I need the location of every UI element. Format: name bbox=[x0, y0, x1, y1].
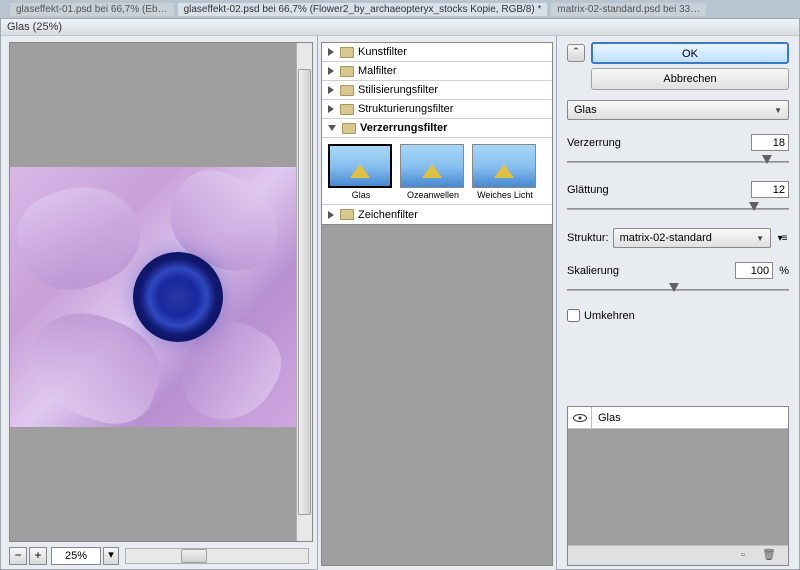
category-stilisierungsfilter[interactable]: Stilisierungsfilter bbox=[322, 81, 552, 100]
folder-icon bbox=[340, 209, 354, 220]
verzerrung-input[interactable] bbox=[751, 134, 789, 151]
zoom-value[interactable]: 25% bbox=[51, 547, 101, 565]
filter-gallery-dialog: Glas (25%) − + 25% ▾ Kunstfilter bbox=[0, 18, 800, 570]
glaettung-slider[interactable] bbox=[567, 202, 789, 214]
preview-vscroll[interactable] bbox=[296, 43, 312, 541]
filter-category-panel: Kunstfilter Malfilter Stilisierungsfilte… bbox=[317, 36, 557, 570]
folder-icon bbox=[340, 66, 354, 77]
folder-icon bbox=[340, 104, 354, 115]
umkehren-label: Umkehren bbox=[584, 310, 635, 322]
eye-icon bbox=[573, 414, 587, 422]
chevron-right-icon bbox=[328, 211, 334, 219]
skalierung-label: Skalierung bbox=[567, 265, 619, 277]
chevron-down-icon: ▼ bbox=[774, 106, 782, 115]
filter-settings-panel: ⌃ OK Abbrechen Glas ▼ Verzerrung bbox=[557, 36, 799, 570]
filter-glas[interactable]: Glas bbox=[328, 144, 394, 200]
folder-icon bbox=[340, 47, 354, 58]
zoom-dropdown[interactable]: ▾ bbox=[103, 547, 119, 565]
ok-button[interactable]: OK bbox=[591, 42, 789, 64]
effect-layer-row[interactable]: Glas bbox=[568, 407, 788, 429]
category-strukturierungsfilter[interactable]: Strukturierungsfilter bbox=[322, 100, 552, 119]
preview-hscroll[interactable] bbox=[125, 548, 309, 564]
delete-effect-layer-button[interactable]: 🗑 bbox=[762, 549, 776, 563]
category-zeichenfilter[interactable]: Zeichenfilter bbox=[322, 205, 552, 224]
filter-thumbnails: Glas Ozeanwellen Weiches Licht bbox=[322, 138, 552, 205]
document-tab-bar: glaseffekt-01.psd bei 66,7% (Eb… glaseff… bbox=[0, 0, 800, 18]
doc-tab-1[interactable]: glaseffekt-01.psd bei 66,7% (Eb… bbox=[10, 3, 174, 16]
filter-panel-filler bbox=[321, 225, 553, 566]
dialog-title-bar: Glas (25%) bbox=[1, 19, 799, 36]
zoom-in-button[interactable]: + bbox=[29, 547, 47, 565]
collapse-settings-button[interactable]: ⌃ bbox=[567, 44, 585, 62]
layer-name: Glas bbox=[592, 412, 621, 424]
preview-panel: − + 25% ▾ bbox=[1, 36, 317, 570]
struktur-menu-button[interactable]: ▾≡ bbox=[775, 233, 789, 244]
dialog-title: Glas (25%) bbox=[7, 21, 62, 33]
chevron-right-icon bbox=[328, 105, 334, 113]
umkehren-checkbox[interactable] bbox=[567, 309, 580, 322]
skalierung-control: Skalierung % bbox=[567, 262, 789, 295]
chevron-right-icon bbox=[328, 86, 334, 94]
skalierung-input[interactable] bbox=[735, 262, 773, 279]
category-verzerrungsfilter[interactable]: Verzerrungsfilter bbox=[322, 119, 552, 138]
verzerrung-slider[interactable] bbox=[567, 155, 789, 167]
cancel-button[interactable]: Abbrechen bbox=[591, 68, 789, 90]
category-kunstfilter[interactable]: Kunstfilter bbox=[322, 43, 552, 62]
effect-layers-panel: Glas ▫ 🗑 bbox=[567, 406, 789, 566]
zoom-toolbar: − + 25% ▾ bbox=[9, 546, 313, 566]
category-malfilter[interactable]: Malfilter bbox=[322, 62, 552, 81]
verzerrung-control: Verzerrung bbox=[567, 134, 789, 167]
new-effect-layer-button[interactable]: ▫ bbox=[736, 549, 750, 563]
layer-visibility-toggle[interactable] bbox=[568, 407, 592, 428]
chevron-right-icon bbox=[328, 48, 334, 56]
folder-icon bbox=[340, 85, 354, 96]
chevron-right-icon bbox=[328, 67, 334, 75]
glaettung-control: Glättung bbox=[567, 181, 789, 214]
filter-weiches-licht[interactable]: Weiches Licht bbox=[472, 144, 538, 200]
preview-canvas[interactable] bbox=[9, 42, 313, 542]
struktur-label: Struktur: bbox=[567, 232, 609, 244]
percent-label: % bbox=[779, 265, 789, 277]
chevron-down-icon: ▼ bbox=[756, 234, 764, 243]
filter-category-list: Kunstfilter Malfilter Stilisierungsfilte… bbox=[321, 42, 553, 225]
chevron-down-icon bbox=[328, 125, 336, 131]
glaettung-label: Glättung bbox=[567, 184, 609, 196]
struktur-dropdown[interactable]: matrix-02-standard ▼ bbox=[613, 228, 771, 248]
filter-type-dropdown[interactable]: Glas ▼ bbox=[567, 100, 789, 120]
skalierung-slider[interactable] bbox=[567, 283, 789, 295]
glaettung-input[interactable] bbox=[751, 181, 789, 198]
filter-ozeanwellen[interactable]: Ozeanwellen bbox=[400, 144, 466, 200]
verzerrung-label: Verzerrung bbox=[567, 137, 621, 149]
preview-image bbox=[10, 167, 300, 427]
zoom-out-button[interactable]: − bbox=[9, 547, 27, 565]
doc-tab-2[interactable]: glaseffekt-02.psd bei 66,7% (Flower2_by_… bbox=[178, 3, 548, 16]
doc-tab-3[interactable]: matrix-02-standard.psd bei 33… bbox=[551, 3, 706, 16]
folder-icon bbox=[342, 123, 356, 134]
